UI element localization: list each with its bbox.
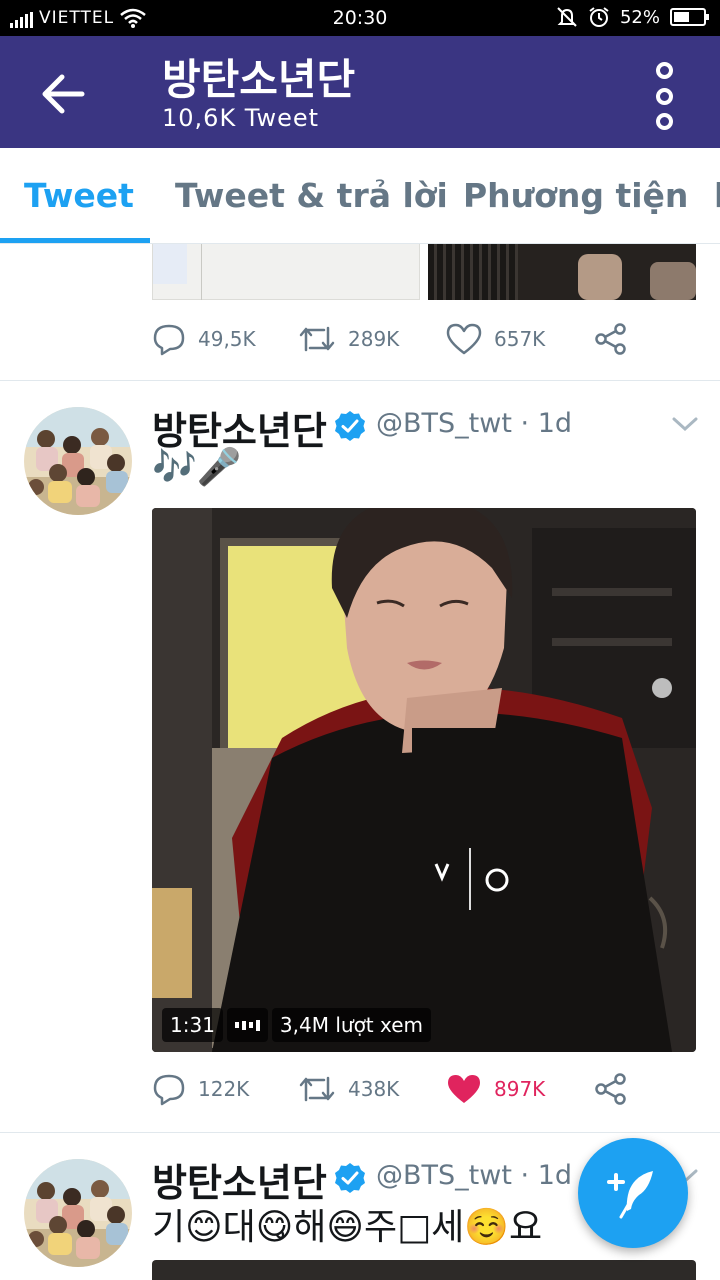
tab-overflow[interactable]: l	[714, 148, 720, 243]
handle-line: @BTS_twt · 1d	[376, 1160, 572, 1191]
share-icon	[595, 323, 626, 355]
like-button[interactable]: 657K	[446, 322, 545, 356]
profile-header: 방탄소년단 10,6K Tweet	[0, 36, 720, 148]
page-title: 방탄소년단	[162, 55, 356, 104]
video-duration: 1:31	[162, 1008, 223, 1042]
reply-icon	[153, 1074, 185, 1106]
silent-icon	[557, 7, 577, 27]
user-handle[interactable]: @BTS_twt	[376, 408, 512, 439]
verified-badge-icon	[335, 1163, 365, 1193]
tweet-photo[interactable]	[428, 244, 696, 300]
status-icons: 52%	[556, 6, 709, 28]
compose-tweet-button[interactable]	[578, 1138, 688, 1248]
video-thumbnail	[152, 508, 696, 1052]
meta-separator: ·	[520, 1160, 530, 1191]
tweet-count: 10,6K Tweet	[162, 104, 320, 132]
video-view-count: 3,4M lượt xem	[271, 1008, 432, 1042]
alarm-icon	[589, 7, 609, 27]
retweet-icon	[299, 326, 335, 352]
video-info-badge: 1:31 3,4M lượt xem	[162, 1008, 432, 1042]
tweet-text: 🎶🎤	[152, 447, 242, 488]
tab-tweets[interactable]: Tweet	[24, 148, 134, 243]
tweet-actions: 49,5K 289K 657K	[152, 322, 652, 362]
avatar[interactable]	[24, 407, 132, 515]
meta-separator: ·	[520, 408, 530, 439]
retweet-button[interactable]: 289K	[298, 322, 399, 356]
reply-icon	[153, 324, 185, 356]
share-icon	[595, 1073, 626, 1105]
tweet-actions: 122K 438K 897K	[152, 1072, 652, 1112]
user-handle[interactable]: @BTS_twt	[376, 1160, 512, 1191]
arrow-left-icon[interactable]	[36, 66, 92, 122]
reply-count: 122K	[198, 1077, 250, 1101]
tweet-video[interactable]: 1:31 3,4M lượt xem	[152, 508, 696, 1052]
heart-filled-icon	[448, 1075, 480, 1103]
compose-tweet-icon	[607, 1171, 653, 1219]
like-count: 657K	[494, 327, 546, 351]
reply-count: 49,5K	[198, 327, 256, 351]
reply-button[interactable]: 49,5K	[152, 322, 256, 356]
retweet-button[interactable]: 438K	[298, 1072, 399, 1106]
tweet-photo[interactable]	[152, 244, 420, 300]
reply-button[interactable]: 122K	[152, 1072, 249, 1106]
profile-tabs: Tweet Tweet & trả lời Phương tiện l	[0, 148, 720, 244]
tweet-divider	[0, 1132, 720, 1133]
battery-percent: 52%	[619, 6, 660, 28]
retweet-count: 438K	[348, 1077, 400, 1101]
retweet-icon	[299, 1076, 335, 1102]
heart-outline-icon	[446, 323, 482, 355]
kebab-menu-icon[interactable]	[650, 62, 678, 130]
share-button[interactable]	[594, 1072, 628, 1106]
tweet-text: 기😊대😋해😄주□세☺️요	[152, 1207, 543, 1248]
tab-tweets-replies[interactable]: Tweet & trả lời	[175, 148, 448, 243]
tweet-media-preview[interactable]	[152, 1260, 696, 1280]
share-button[interactable]	[594, 322, 628, 356]
handle-line: @BTS_twt · 1d	[376, 408, 572, 439]
avatar[interactable]	[24, 1159, 132, 1267]
verified-badge-icon	[335, 411, 365, 441]
battery-icon	[670, 8, 709, 26]
tab-media[interactable]: Phương tiện	[463, 148, 688, 243]
active-tab-indicator	[0, 238, 150, 243]
retweet-count: 289K	[348, 327, 400, 351]
tweet-feed[interactable]: 49,5K 289K 657K 방탄소년단 @BTS_twt · 1d 🎶🎤 1…	[0, 244, 720, 1280]
video-bars-icon	[226, 1008, 268, 1042]
status-bar: VIETTEL 20:30 52%	[0, 0, 720, 36]
like-count: 897K	[494, 1077, 546, 1101]
like-button[interactable]: 897K	[446, 1072, 545, 1106]
tweet-divider	[0, 380, 720, 381]
battery-fill	[674, 12, 689, 22]
chevron-down-icon[interactable]	[672, 416, 698, 432]
tweet-age: 1d	[537, 408, 573, 439]
tweet-age: 1d	[537, 1160, 573, 1191]
